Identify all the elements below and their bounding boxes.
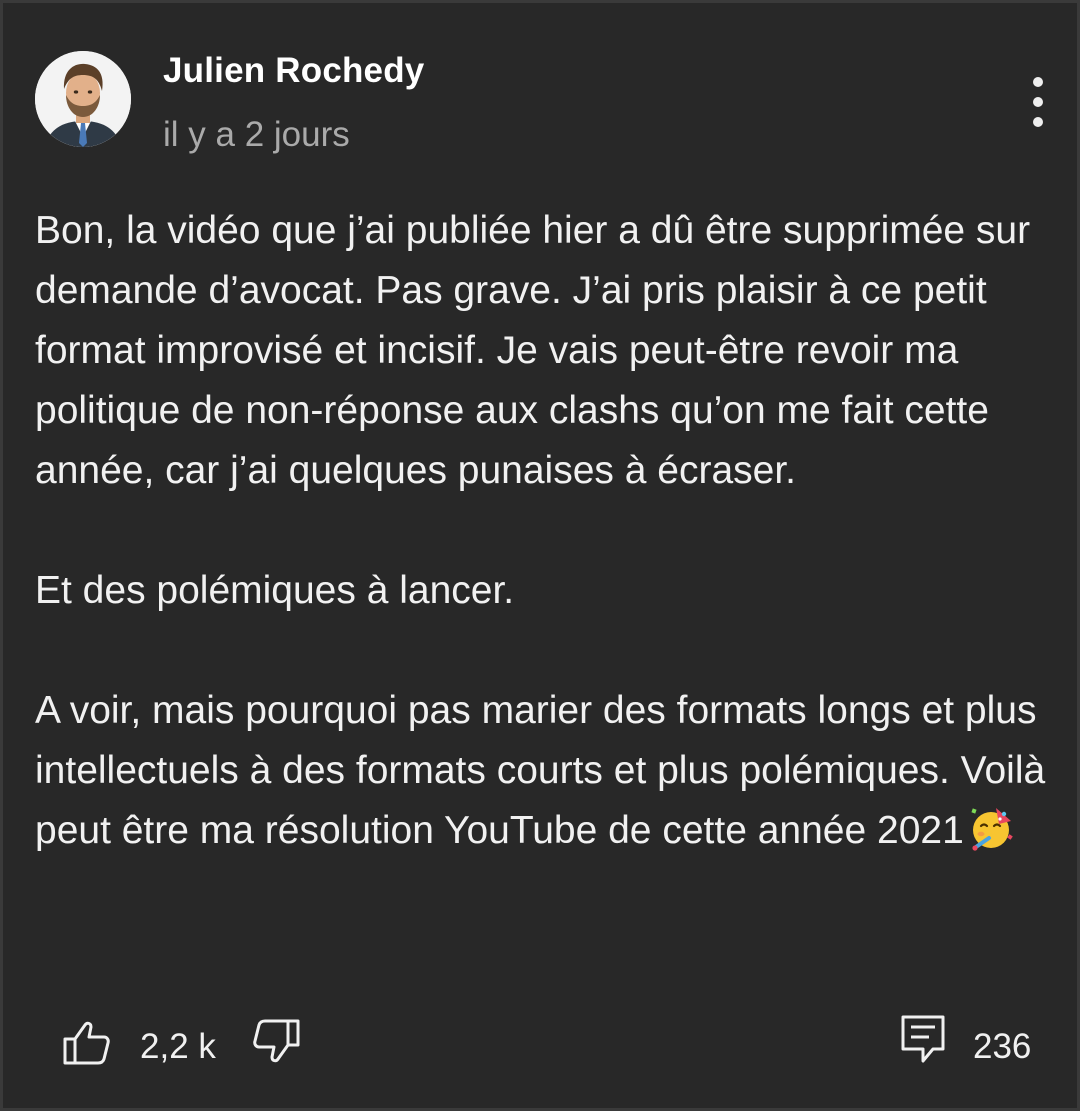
author-portrait-icon — [35, 51, 131, 147]
thumbs-up-icon — [63, 1021, 110, 1065]
comment-paragraph-1: Bon, la vidéo que j’ai publiée hier a dû… — [35, 209, 1031, 492]
comment-paragraph-3: A voir, mais pourquoi pas marier des for… — [35, 681, 1055, 869]
reply-button[interactable] — [899, 1013, 947, 1065]
comment-paragraph-2: Et des polémiques à lancer. — [35, 569, 515, 612]
comment-card: Julien Rochedy il y a 2 jours Bon, la vi… — [3, 3, 1077, 1108]
avatar[interactable] — [35, 51, 131, 147]
comment-timestamp: il y a 2 jours — [163, 115, 350, 154]
comment-text: Bon, la vidéo que j’ai publiée hier a dû… — [35, 201, 1055, 869]
author-name[interactable]: Julien Rochedy — [163, 49, 424, 93]
thumbs-down-icon — [253, 1019, 300, 1063]
dislike-button[interactable] — [250, 1015, 302, 1067]
comment-actions: 2,2 k 236 — [3, 1003, 1077, 1083]
comment-paragraph-3-text: A voir, mais pourquoi pas marier des for… — [35, 689, 1046, 852]
partying-face-emoji-icon — [970, 805, 1016, 869]
reply-count: 236 — [973, 1027, 1032, 1066]
more-options-icon[interactable] — [1021, 75, 1057, 129]
like-button[interactable] — [61, 1017, 113, 1069]
comment-icon — [901, 1015, 945, 1063]
like-count: 2,2 k — [140, 1027, 216, 1066]
